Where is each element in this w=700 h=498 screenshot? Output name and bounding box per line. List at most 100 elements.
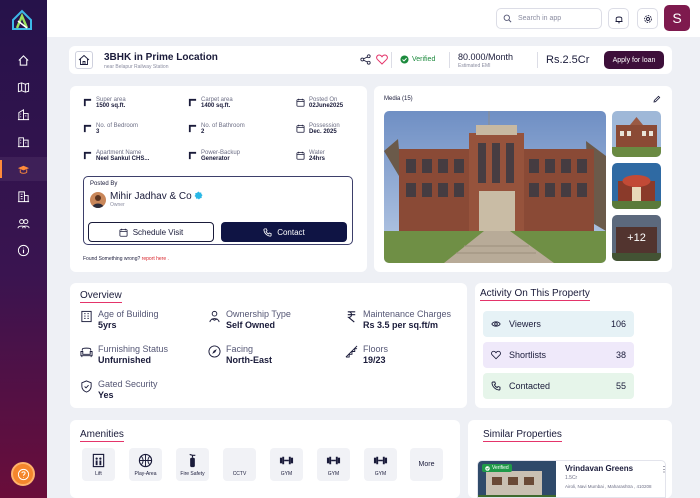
divider xyxy=(391,52,392,68)
calendar-icon xyxy=(119,228,128,237)
settings-button[interactable] xyxy=(637,8,658,29)
activity-count: 55 xyxy=(615,381,626,391)
divider xyxy=(449,52,450,68)
property-subtitle: near Belapur Railway Station xyxy=(104,64,169,70)
overview-item: Gated Security Yes xyxy=(80,379,158,400)
divider xyxy=(537,52,538,68)
main-property-image[interactable] xyxy=(384,111,606,263)
overview-item: Furnishing Status Unfurnished xyxy=(80,344,168,365)
similar-verified-badge: Verified xyxy=(482,464,512,472)
owner-role: Owner xyxy=(110,202,125,208)
nav-education[interactable] xyxy=(0,157,47,181)
app-logo[interactable] xyxy=(10,8,34,32)
similar-property-card[interactable]: Verified Vrindavan Greens 1.5Cr Airoli, … xyxy=(477,460,666,498)
amenities-card: Amenities Lift Play-Area Fire Safety CCTV GY… xyxy=(70,420,460,498)
similar-title: Similar Properties xyxy=(483,429,562,442)
building-icon xyxy=(81,310,92,323)
spec-item: Apartment Name Neel Sankul CHS... xyxy=(83,150,149,162)
ball-icon xyxy=(138,453,153,467)
amenity-label: GYM xyxy=(327,470,340,477)
share-icon[interactable] xyxy=(360,54,371,65)
edit-pencil-icon[interactable] xyxy=(653,95,661,103)
overview-label: Gated Security xyxy=(98,379,158,389)
contact-button[interactable]: Contact xyxy=(221,222,347,242)
nav-info[interactable] xyxy=(0,238,47,262)
user-avatar[interactable]: S xyxy=(664,5,690,31)
overview-item: Maintenance Charges Rs 3.5 per sq.ft/m xyxy=(345,309,451,330)
apply-loan-button[interactable]: Apply for loan xyxy=(604,51,664,69)
more-media-count: +12 xyxy=(612,215,661,261)
dumbbell-icon xyxy=(373,456,388,464)
area-icon xyxy=(83,98,92,107)
media-thumbnail[interactable] xyxy=(612,111,661,157)
rupee-icon xyxy=(347,311,356,323)
help-button[interactable] xyxy=(11,462,35,486)
shield-icon xyxy=(81,380,92,393)
posted-by-label: Posted By xyxy=(90,181,118,187)
spec-value: Dec. 2025 xyxy=(309,129,337,135)
info-icon xyxy=(17,244,30,256)
overview-item: Age of Building 5yrs xyxy=(80,309,159,330)
overview-value: 5yrs xyxy=(98,320,117,330)
overview-title: Overview xyxy=(80,290,122,303)
spec-item: Possession Dec. 2025 xyxy=(296,123,340,135)
home-icon-box xyxy=(75,51,93,69)
similar-property-location: Airoli, Navi Mumbai , Maharashtra , 4102… xyxy=(565,484,652,489)
overview-value: Rs 3.5 per sq.ft/m xyxy=(363,320,439,330)
media-thumbnail[interactable] xyxy=(612,163,661,209)
calendar-icon xyxy=(296,151,305,160)
amenity-label: Lift xyxy=(95,470,102,477)
spec-item: Super area 1500 sq.ft. xyxy=(83,97,126,109)
dumbbell-icon xyxy=(279,456,294,464)
top-bar: Search in app S xyxy=(47,0,700,37)
activity-row-contacted: Contacted 55 xyxy=(483,373,634,399)
nav-city[interactable] xyxy=(0,129,47,153)
overview-value: 19/23 xyxy=(363,355,386,365)
report-text: Found Something wrong? report here . xyxy=(83,256,169,262)
house-icon xyxy=(78,54,90,65)
spec-value: Neel Sankul CHS... xyxy=(96,156,150,162)
activity-label: Shortlists xyxy=(509,350,547,360)
favorite-heart-icon[interactable] xyxy=(376,54,388,65)
sidebar xyxy=(0,0,47,498)
spec-item: Water 24hrs xyxy=(296,150,325,162)
overview-label: Age of Building xyxy=(98,309,159,319)
report-link[interactable]: report here . xyxy=(142,256,169,262)
area-icon xyxy=(188,151,197,160)
area-icon xyxy=(188,124,197,133)
overview-item: Ownership Type Self Owned xyxy=(208,309,291,330)
owner-avatar xyxy=(90,192,106,208)
fire-extinguisher-icon xyxy=(189,453,196,467)
overview-label: Furnishing Status xyxy=(98,344,169,354)
amenity-item: Lift xyxy=(82,448,115,481)
nav-map[interactable] xyxy=(0,75,47,99)
nav-home[interactable] xyxy=(0,48,47,72)
gear-icon xyxy=(643,14,652,23)
media-thumbnail-more[interactable]: +12 xyxy=(612,215,661,261)
property-price: Rs.2.5Cr xyxy=(546,54,590,66)
amenity-label: CCTV xyxy=(232,470,247,477)
search-input[interactable]: Search in app xyxy=(496,8,602,29)
spec-value: 02June2025 xyxy=(309,103,344,109)
nav-buildings[interactable] xyxy=(0,102,47,126)
emi-label: Estimated EMI xyxy=(458,63,491,69)
spec-value: 24hrs xyxy=(309,156,326,162)
sofa-icon xyxy=(80,347,93,358)
spec-item: Posted On 02June2025 xyxy=(296,97,343,109)
media-label: Media (15) xyxy=(384,96,413,102)
cctv-icon xyxy=(232,453,247,468)
city-icon xyxy=(17,136,30,147)
verified-badge: Verified xyxy=(400,55,435,64)
property-title: 3BHK in Prime Location xyxy=(104,52,218,63)
stairs-icon xyxy=(345,345,358,358)
activity-row-shortlists: Shortlists 38 xyxy=(483,342,634,368)
amenities-more-button[interactable]: More xyxy=(410,448,443,481)
overview-value: North-East xyxy=(226,355,273,365)
nav-apartments[interactable] xyxy=(0,184,47,208)
notifications-button[interactable] xyxy=(608,8,629,29)
nav-users[interactable] xyxy=(0,211,47,235)
more-options-icon[interactable]: ⋮ xyxy=(660,465,665,474)
amenities-title: Amenities xyxy=(80,429,124,442)
overview-label: Floors xyxy=(363,344,389,354)
schedule-visit-button[interactable]: Schedule Visit xyxy=(88,222,214,242)
